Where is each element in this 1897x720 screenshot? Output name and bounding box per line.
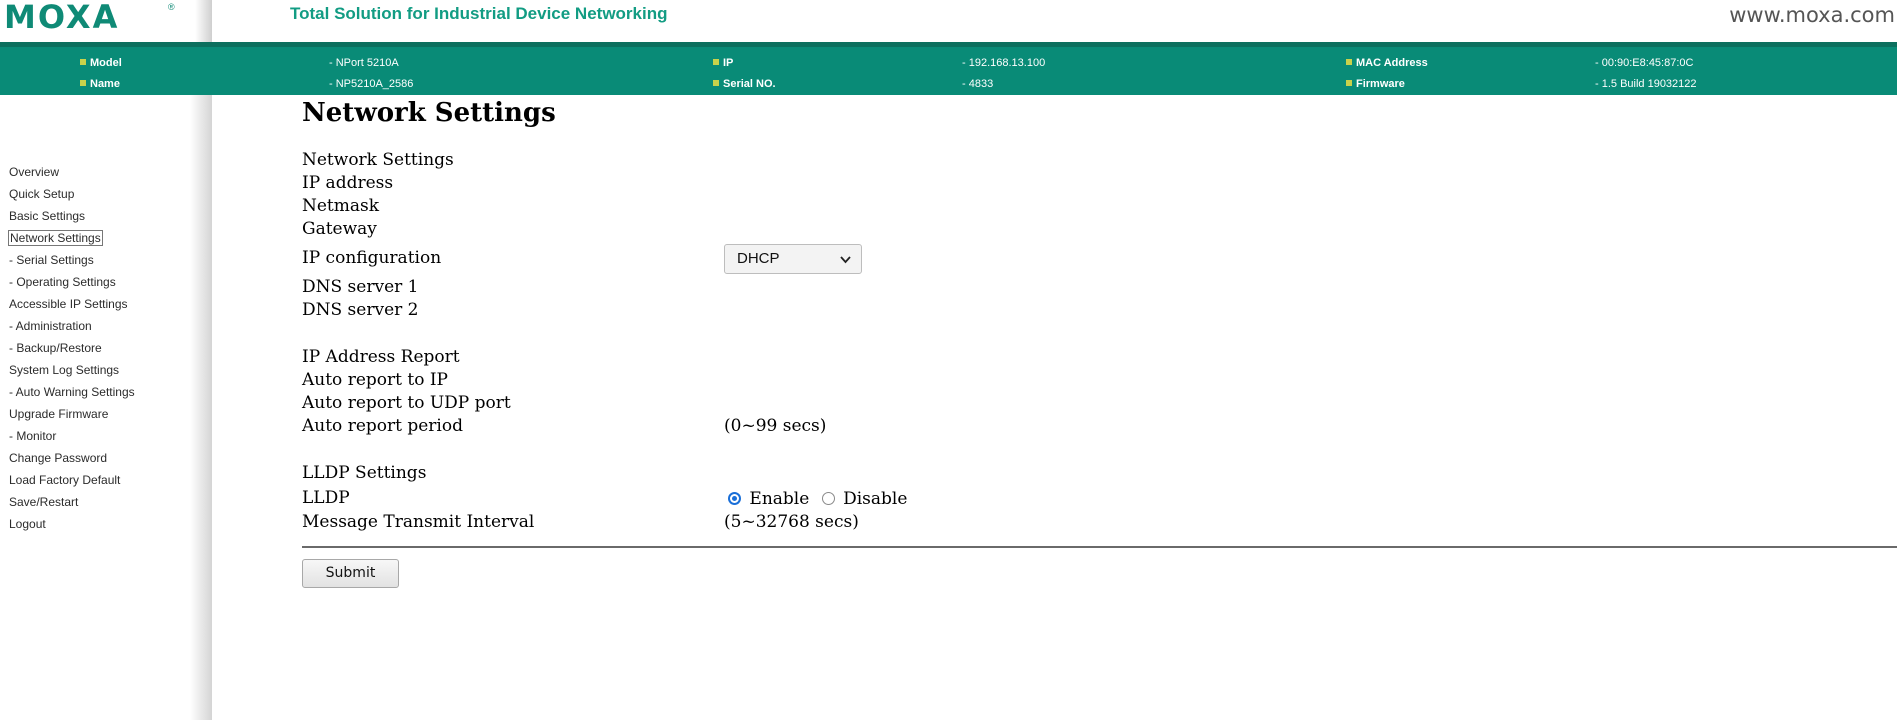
device-info-bar: Model - NPort 5210A Name - NP5210A_2586 …	[0, 47, 1897, 95]
sidebar-item-system-log-settings[interactable]: System Log Settings	[9, 359, 135, 381]
page-title: Network Settings	[302, 98, 556, 128]
lldp-enable-radio[interactable]	[728, 492, 741, 505]
section-network-heading: Network Settings	[302, 150, 454, 170]
logo-text: MOXA	[4, 0, 120, 36]
section-ip-report-heading: IP Address Report	[302, 347, 460, 367]
lldp-disable-label[interactable]: Disable	[843, 489, 907, 509]
model-value: - NPort 5210A	[329, 57, 399, 69]
logo-registered-mark: ®	[168, 2, 175, 12]
sidebar-item-backup-restore[interactable]: - Backup/Restore	[9, 337, 135, 359]
chevron-down-icon	[840, 246, 851, 274]
sidebar-item-monitor[interactable]: - Monitor	[9, 425, 135, 447]
ip-value: - 192.168.13.100	[962, 57, 1046, 69]
sidebar-nav: Overview Quick Setup Basic Settings Netw…	[8, 161, 135, 535]
ip-config-value: DHCP	[737, 250, 780, 267]
sidebar-item-logout[interactable]: Logout	[9, 513, 135, 535]
ip-address-label: IP address	[302, 173, 394, 193]
bullet-icon	[713, 80, 719, 86]
ip-config-select[interactable]: DHCP	[724, 244, 862, 274]
section-lldp-heading: LLDP Settings	[302, 463, 427, 483]
lldp-disable-radio[interactable]	[821, 492, 835, 505]
sidebar-item-serial-settings[interactable]: - Serial Settings	[9, 249, 135, 271]
model-label: Model	[80, 57, 122, 69]
sidebar-item-accessible-ip-settings[interactable]: Accessible IP Settings	[9, 293, 135, 315]
submit-button[interactable]: Submit	[302, 559, 399, 588]
name-label: Name	[80, 78, 120, 90]
ip-config-label: IP configuration	[302, 248, 442, 268]
sidebar-item-operating-settings[interactable]: - Operating Settings	[9, 271, 135, 293]
auto-report-ip-label: Auto report to IP	[302, 370, 448, 390]
sidebar-item-quick-setup[interactable]: Quick Setup	[9, 183, 135, 205]
dns-server-2-label: DNS server 2	[302, 300, 419, 320]
sidebar-item-auto-warning-settings[interactable]: - Auto Warning Settings	[9, 381, 135, 403]
bullet-icon	[80, 59, 86, 65]
serial-value: - 4833	[962, 78, 994, 90]
sidebar-item-save-restart[interactable]: Save/Restart	[9, 491, 135, 513]
auto-report-period-label: Auto report period	[302, 416, 463, 436]
moxa-logo[interactable]: MOXA ®	[4, 0, 175, 36]
form-divider	[302, 546, 1897, 548]
msg-interval-label: Message Transmit Interval	[302, 512, 535, 532]
sidebar-item-network-settings[interactable]: Network Settings	[8, 227, 135, 249]
mac-label: MAC Address	[1346, 57, 1428, 69]
auto-report-udp-label: Auto report to UDP port	[302, 393, 511, 413]
sidebar: Overview Quick Setup Basic Settings Netw…	[0, 95, 212, 720]
bullet-icon	[713, 59, 719, 65]
bullet-icon	[1346, 80, 1352, 86]
firmware-label: Firmware	[1346, 78, 1405, 90]
tagline: Total Solution for Industrial Device Net…	[290, 4, 668, 23]
bullet-icon	[80, 80, 86, 86]
site-url: www.moxa.com	[1729, 3, 1895, 27]
bullet-icon	[1346, 59, 1352, 65]
name-value: - NP5210A_2586	[329, 78, 414, 90]
sidebar-item-change-password[interactable]: Change Password	[9, 447, 135, 469]
serial-label: Serial NO.	[713, 78, 776, 90]
sidebar-item-upgrade-firmware[interactable]: Upgrade Firmware	[9, 403, 135, 425]
sidebar-item-basic-settings[interactable]: Basic Settings	[9, 205, 135, 227]
lldp-enable-label[interactable]: Enable	[749, 489, 809, 509]
mac-value: - 00:90:E8:45:87:0C	[1595, 57, 1694, 69]
sidebar-item-load-factory-default[interactable]: Load Factory Default	[9, 469, 135, 491]
dns-server-1-label: DNS server 1	[302, 277, 419, 297]
lldp-radio-group: Enable Disable	[728, 489, 907, 509]
sidebar-item-administration[interactable]: - Administration	[9, 315, 135, 337]
sidebar-item-overview[interactable]: Overview	[9, 161, 135, 183]
msg-interval-hint: (5~32768 secs)	[724, 512, 859, 532]
auto-report-period-hint: (0~99 secs)	[724, 416, 827, 436]
netmask-label: Netmask	[302, 196, 380, 216]
gateway-label: Gateway	[302, 219, 377, 239]
header: MOXA ® Total Solution for Industrial Dev…	[0, 0, 1897, 42]
ip-label: IP	[713, 57, 733, 69]
firmware-value: - 1.5 Build 19032122	[1595, 78, 1697, 90]
lldp-label: LLDP	[302, 488, 350, 508]
